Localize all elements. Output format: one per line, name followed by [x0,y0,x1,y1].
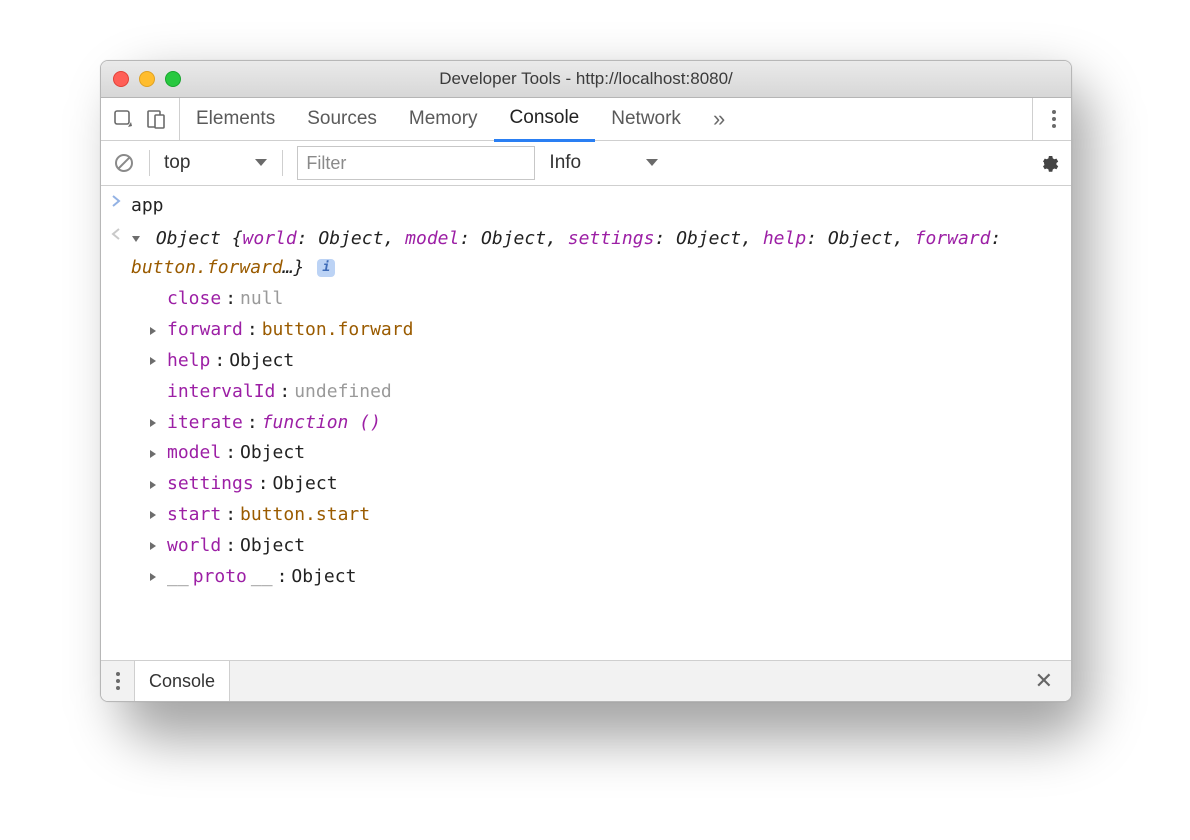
chevron-down-icon [645,158,659,168]
console-input-row: app [101,190,1071,223]
traffic-lights [113,71,181,87]
drawer-menu-icon[interactable] [101,670,135,692]
tab-console[interactable]: Console [494,97,596,142]
execution-context-select[interactable]: top [164,152,268,174]
object-prop-start[interactable]: start: button.start [149,500,1071,531]
drawer-tab-console[interactable]: Console [134,661,230,701]
object-prop-world[interactable]: world: Object [149,531,1071,562]
info-icon[interactable]: i [317,259,335,277]
tabs-overflow-icon[interactable]: » [697,98,741,140]
object-prop-iterate[interactable]: iterate: function () [149,408,1071,439]
object-prop-forward[interactable]: forward: button.forward [149,315,1071,346]
log-level-select[interactable]: Info [549,152,659,174]
object-prop-intervalId[interactable]: intervalId: undefined [149,377,1071,408]
expand-icon[interactable] [149,480,163,490]
title-bar: Developer Tools - http://localhost:8080/ [101,61,1071,98]
object-properties: close: nullforward: button.forwardhelp: … [101,284,1071,561]
expand-icon[interactable] [149,449,163,459]
expand-icon[interactable] [149,418,163,428]
panel-tabs: Elements Sources Memory Console Network … [180,98,741,140]
tab-sources[interactable]: Sources [291,98,393,140]
filter-input[interactable] [297,146,535,180]
tab-memory[interactable]: Memory [393,98,494,140]
console-input-text[interactable]: app [131,192,1061,221]
object-prop-close[interactable]: close: null [149,284,1071,315]
console-result-row: Object {world: Object, model: Object, se… [101,223,1071,285]
level-value: Info [549,152,581,174]
panel-tabstrip: Elements Sources Memory Console Network … [101,98,1071,141]
expand-icon[interactable] [149,326,163,336]
expand-toggle-icon[interactable] [131,234,145,244]
close-window-button[interactable] [113,71,129,87]
device-toolbar-icon[interactable] [145,108,167,130]
zoom-window-button[interactable] [165,71,181,87]
drawer: Console ✕ [101,660,1071,701]
devtools-window: { "window": { "title": "Developer Tools … [100,60,1072,702]
object-summary[interactable]: Object {world: Object, model: Object, se… [131,225,1061,283]
object-prop-settings[interactable]: settings: Object [149,469,1071,500]
console-toolbar: top Info [101,141,1071,186]
kebab-menu-icon[interactable] [1037,108,1071,130]
expand-icon[interactable] [149,510,163,520]
clear-console-icon[interactable] [113,152,135,174]
console-settings-icon[interactable] [1037,152,1059,174]
minimize-window-button[interactable] [139,71,155,87]
window-title: Developer Tools - http://localhost:8080/ [101,69,1071,89]
chevron-down-icon [254,158,268,168]
result-icon [111,225,131,240]
context-value: top [164,152,190,174]
tab-network[interactable]: Network [595,98,697,140]
expand-icon[interactable] [149,356,163,366]
expand-icon[interactable] [149,572,163,582]
object-prop-model[interactable]: model: Object [149,438,1071,469]
prompt-icon [111,192,131,207]
object-prop-help[interactable]: help: Object [149,346,1071,377]
tab-elements[interactable]: Elements [180,98,291,140]
inspect-element-icon[interactable] [113,108,135,130]
expand-icon[interactable] [149,541,163,551]
object-prop-proto[interactable]: __proto__: Object [149,562,1071,593]
console-output: app Object {world: Object, model: Object… [101,186,1071,620]
drawer-close-icon[interactable]: ✕ [1017,668,1071,694]
